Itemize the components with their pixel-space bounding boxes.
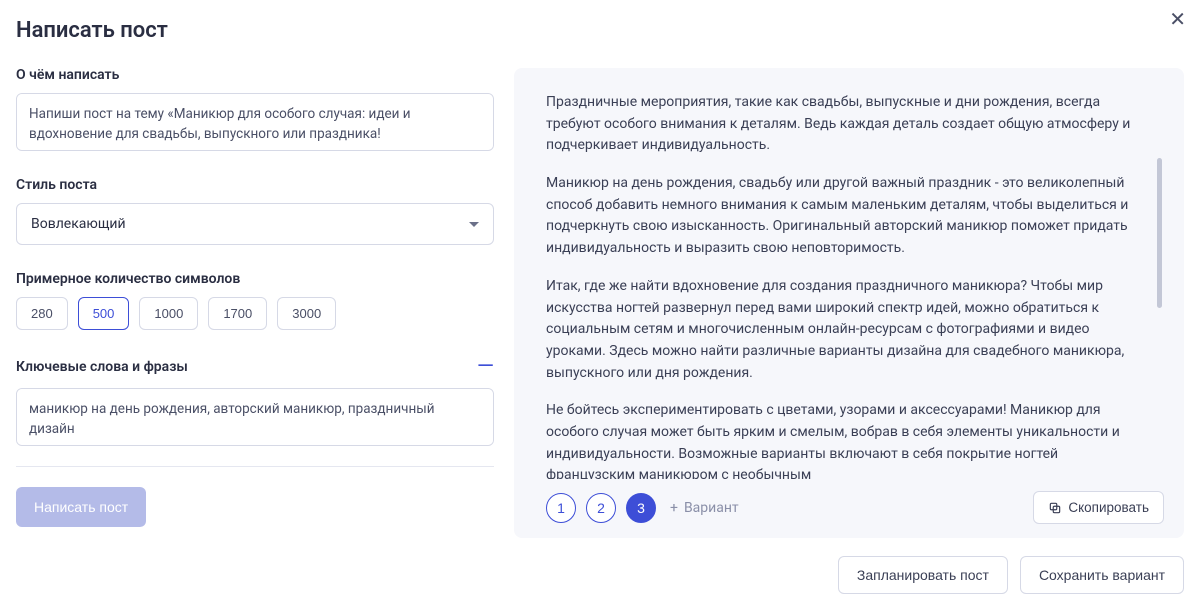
preview-paragraph: Итак, где же найти вдохновение для созда… [546, 276, 1144, 384]
length-label: Примерное количество символов [16, 271, 494, 287]
length-chip-3000[interactable]: 3000 [277, 297, 336, 330]
copy-label: Скопировать [1068, 500, 1149, 515]
variant-3[interactable]: 3 [626, 493, 656, 523]
generate-button[interactable]: Написать пост [16, 487, 146, 527]
topic-label: О чём написать [16, 67, 494, 83]
main-container: Написать пост О чём написать Стиль поста… [0, 0, 1200, 600]
preview-scroll[interactable]: Праздничные мероприятия, такие как свадь… [546, 92, 1164, 479]
length-chip-1700[interactable]: 1700 [208, 297, 267, 330]
variant-1[interactable]: 1 [546, 493, 576, 523]
keywords-label: Ключевые слова и фразы — [16, 356, 494, 378]
plus-icon: + [670, 500, 678, 516]
style-label: Стиль поста [16, 177, 494, 193]
scrollbar-thumb[interactable] [1157, 158, 1162, 308]
preview-paragraph: Маникюр на день рождения, свадьбу или др… [546, 173, 1144, 260]
length-chip-1000[interactable]: 1000 [139, 297, 198, 330]
length-chip-500[interactable]: 500 [78, 297, 130, 330]
keywords-label-text: Ключевые слова и фразы [16, 359, 188, 375]
variant-row: 1 2 3 + Вариант Скопировать [546, 479, 1164, 524]
close-icon: ✕ [1169, 9, 1186, 31]
divider [16, 466, 494, 467]
preview-paragraph: Праздничные мероприятия, такие как свадь… [546, 92, 1144, 157]
schedule-button[interactable]: Запланировать пост [838, 556, 1008, 594]
topic-input[interactable] [16, 93, 494, 151]
footer-actions: Запланировать пост Сохранить вариант [514, 556, 1184, 600]
preview-panel: Праздничные мероприятия, такие как свадь… [514, 68, 1184, 600]
add-variant-label: Вариант [684, 500, 739, 516]
preview-card: Праздничные мероприятия, такие как свадь… [514, 68, 1184, 538]
length-options: 280 500 1000 1700 3000 [16, 297, 494, 330]
variant-2[interactable]: 2 [586, 493, 616, 523]
form-panel: Написать пост О чём написать Стиль поста… [16, 18, 494, 600]
chevron-down-icon [469, 222, 479, 227]
page-title: Написать пост [16, 18, 494, 43]
length-chip-280[interactable]: 280 [16, 297, 68, 330]
copy-icon [1048, 501, 1062, 515]
style-selected-value: Вовлекающий [31, 216, 126, 232]
collapse-keywords-button[interactable]: — [477, 356, 494, 378]
preview-text: Праздничные мероприятия, такие как свадь… [546, 92, 1144, 479]
preview-paragraph: Не бойтесь экспериментировать с цветами,… [546, 400, 1144, 479]
save-variant-button[interactable]: Сохранить вариант [1020, 556, 1184, 594]
add-variant-button[interactable]: + Вариант [670, 500, 739, 516]
keywords-input[interactable] [16, 388, 494, 446]
style-dropdown[interactable]: Вовлекающий [16, 203, 494, 245]
close-button[interactable]: ✕ [1169, 10, 1186, 30]
copy-button[interactable]: Скопировать [1033, 491, 1164, 524]
